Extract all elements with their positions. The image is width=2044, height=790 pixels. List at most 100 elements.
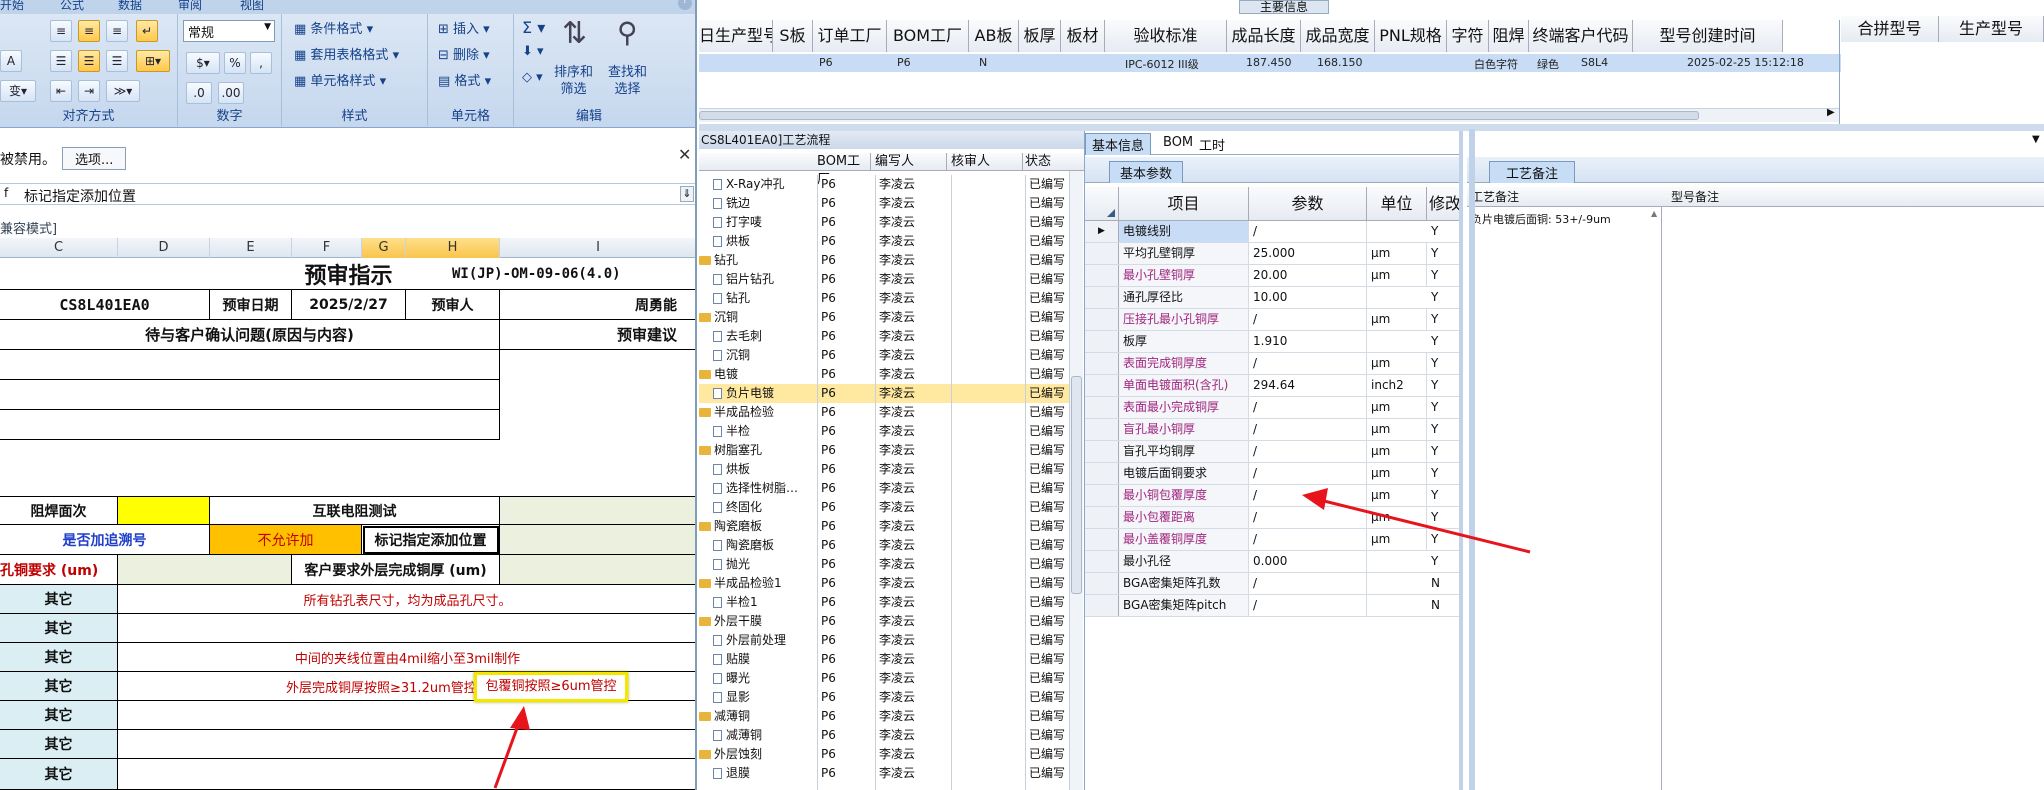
col-s-board[interactable]: S板	[773, 20, 813, 52]
col-acceptance[interactable]: 验收标准	[1105, 20, 1227, 52]
currency-icon[interactable]: $▾	[186, 52, 220, 74]
date-value[interactable]: 2025/2/27	[292, 290, 406, 320]
param-row[interactable]: 表面最小完成铜厚 / μm Y	[1085, 397, 1459, 419]
tab-basic-info[interactable]: 基本信息	[1085, 133, 1152, 155]
param-row[interactable]: 盲孔最小铜厚 / μm Y	[1085, 419, 1459, 441]
param-row[interactable]: 单面电镀面积(含孔) 294.64 inch2 Y	[1085, 375, 1459, 397]
reviewer-value[interactable]: 周勇能	[500, 290, 695, 320]
col-h[interactable]: H	[406, 238, 500, 258]
row-selector[interactable]	[1085, 463, 1119, 484]
scroll-up-icon[interactable]: ▲	[1651, 209, 1657, 218]
param-value[interactable]: /	[1249, 397, 1367, 418]
not-allowed-cell[interactable]: 不允许加	[210, 525, 362, 555]
tree-row[interactable]: X-Ray冲孔 P6 李凌云 已编写	[699, 175, 1069, 194]
align-top-icon[interactable]: ≡	[50, 20, 72, 42]
row-selector[interactable]	[1085, 529, 1119, 550]
clear-icon[interactable]: ◇ ▾	[522, 70, 543, 85]
highlighted-note-4[interactable]: 包覆铜按照≥6um管控	[474, 672, 628, 702]
tree-col-bom-factory[interactable]: BOM工厂	[817, 153, 871, 187]
param-value[interactable]: 294.64	[1249, 375, 1367, 396]
note-1[interactable]: 所有钻孔表尺寸，均为成品孔尺寸。	[118, 585, 695, 614]
note-blank[interactable]	[118, 701, 695, 730]
param-value[interactable]: 25.000	[1249, 243, 1367, 264]
tab-bom[interactable]: BOM	[1163, 135, 1193, 150]
tree-row[interactable]: 半成品检验1 P6 李凌云 已编写	[699, 574, 1069, 593]
row-selector[interactable]	[1085, 507, 1119, 528]
percent-icon[interactable]: %	[224, 52, 246, 74]
col-pnl[interactable]: PNL规格	[1375, 20, 1447, 52]
tree-row[interactable]: 外层蚀刻 P6 李凌云 已编写	[699, 745, 1069, 764]
align-left-icon[interactable]: ☰	[50, 50, 72, 72]
param-col-item[interactable]: 项目	[1119, 187, 1249, 221]
tree-row[interactable]: 去毛刺 P6 李凌云 已编写	[699, 327, 1069, 346]
col-create-time[interactable]: 型号创建时间	[1633, 20, 1783, 52]
align-bottom-icon[interactable]: ≡	[106, 20, 128, 42]
sort-filter-button[interactable]: 排序和 筛选	[554, 64, 593, 98]
conditional-format-button[interactable]: ▦ 条件格式 ▾	[294, 18, 373, 37]
row-selector[interactable]: ▶	[1085, 221, 1119, 242]
tree-row[interactable]: 陶瓷磨板 P6 李凌云 已编写	[699, 536, 1069, 555]
param-row[interactable]: 平均孔壁铜厚 25.000 μm Y	[1085, 243, 1459, 265]
row-selector[interactable]	[1085, 595, 1119, 616]
col-width[interactable]: 成品宽度	[1301, 20, 1375, 52]
tab-view[interactable]: 视图	[240, 0, 264, 13]
param-value[interactable]: /	[1249, 419, 1367, 440]
align-middle-icon[interactable]: ≡	[78, 20, 100, 42]
tree-col-author[interactable]: 编写人	[875, 153, 947, 171]
tab-formula[interactable]: 公式	[60, 0, 84, 13]
tree-row[interactable]: 电镀 P6 李凌云 已编写	[699, 365, 1069, 384]
param-row[interactable]: 板厚 1.910 Y	[1085, 331, 1459, 353]
tree-row[interactable]: 贴膜 P6 李凌云 已编写	[699, 650, 1069, 669]
tree-row[interactable]: 退膜 P6 李凌云 已编写	[699, 764, 1069, 783]
tree-row[interactable]: 减薄铜 P6 李凌云 已编写	[699, 707, 1069, 726]
col-g[interactable]: G	[362, 238, 406, 258]
tree-row[interactable]: 外层前处理 P6 李凌云 已编写	[699, 631, 1069, 650]
param-value[interactable]: /	[1249, 441, 1367, 462]
param-row[interactable]: BGA密集矩阵pitch / N	[1085, 595, 1459, 617]
param-row[interactable]: BGA密集矩阵孔数 / N	[1085, 573, 1459, 595]
param-row[interactable]: ▶ 电镀线别 / Y	[1085, 221, 1459, 243]
tree-row[interactable]: 选择性树脂… P6 李凌云 已编写	[699, 479, 1069, 498]
note-blank[interactable]	[118, 614, 695, 643]
cell-style-button[interactable]: ▦ 单元格样式 ▾	[294, 70, 386, 89]
decrease-decimal-icon[interactable]: .00	[218, 82, 244, 104]
outer-cu-value[interactable]	[500, 555, 695, 585]
font-size-icon[interactable]: A	[0, 50, 22, 72]
comma-icon[interactable]: ,	[250, 52, 272, 74]
row-selector[interactable]	[1085, 353, 1119, 374]
tree-row[interactable]: 曝光 P6 李凌云 已编写	[699, 669, 1069, 688]
tab-data[interactable]: 数据	[118, 0, 142, 13]
tree-row[interactable]: 铝片钻孔 P6 李凌云 已编写	[699, 270, 1069, 289]
tree-row[interactable]: 陶瓷磨板 P6 李凌云 已编写	[699, 517, 1069, 536]
tree-row[interactable]: 钻孔 P6 李凌云 已编写	[699, 251, 1069, 270]
param-value[interactable]: 1.910	[1249, 331, 1367, 352]
param-value[interactable]: 10.00	[1249, 287, 1367, 308]
tree-scrollbar[interactable]	[1069, 171, 1083, 790]
row-selector[interactable]	[1085, 397, 1119, 418]
tree-row[interactable]: 烘板 P6 李凌云 已编写	[699, 460, 1069, 479]
wrap-text-icon[interactable]: ↵	[136, 20, 158, 42]
tree-row[interactable]: 半检1 P6 李凌云 已编写	[699, 593, 1069, 612]
phonetic-icon[interactable]: 变▾	[0, 80, 36, 102]
subtab-craft-notes[interactable]: 工艺备注	[1489, 161, 1576, 183]
ir-test-value[interactable]	[500, 496, 695, 525]
function-icon[interactable]: f	[4, 186, 8, 200]
main-info-row[interactable]: P6 P6 N IPC-6012 III级 187.450 168.150 白色…	[699, 54, 1841, 72]
mask-value[interactable]	[118, 496, 210, 525]
hole-cu-value[interactable]	[118, 555, 292, 585]
tab-work-hours[interactable]: 工时	[1199, 135, 1225, 154]
tree-row[interactable]: 沉铜 P6 李凌云 已编写	[699, 346, 1069, 365]
tree-scroll-thumb[interactable]	[1071, 376, 1082, 594]
col-ab-board[interactable]: AB板	[969, 20, 1019, 52]
row-selector[interactable]	[1085, 551, 1119, 572]
row-selector[interactable]	[1085, 265, 1119, 286]
note-blank[interactable]	[118, 730, 695, 759]
find-select-button[interactable]: 查找和 选择	[608, 64, 647, 98]
tree-row[interactable]: 显影 P6 李凌云 已编写	[699, 688, 1069, 707]
splitter[interactable]	[699, 124, 2044, 131]
param-value[interactable]: /	[1249, 595, 1367, 616]
col-f[interactable]: F	[292, 238, 362, 258]
col-thickness[interactable]: 板厚	[1019, 20, 1061, 52]
merge-center-icon[interactable]: ⊞▾	[136, 50, 170, 72]
delete-button[interactable]: ⊟ 删除 ▾	[438, 44, 490, 63]
